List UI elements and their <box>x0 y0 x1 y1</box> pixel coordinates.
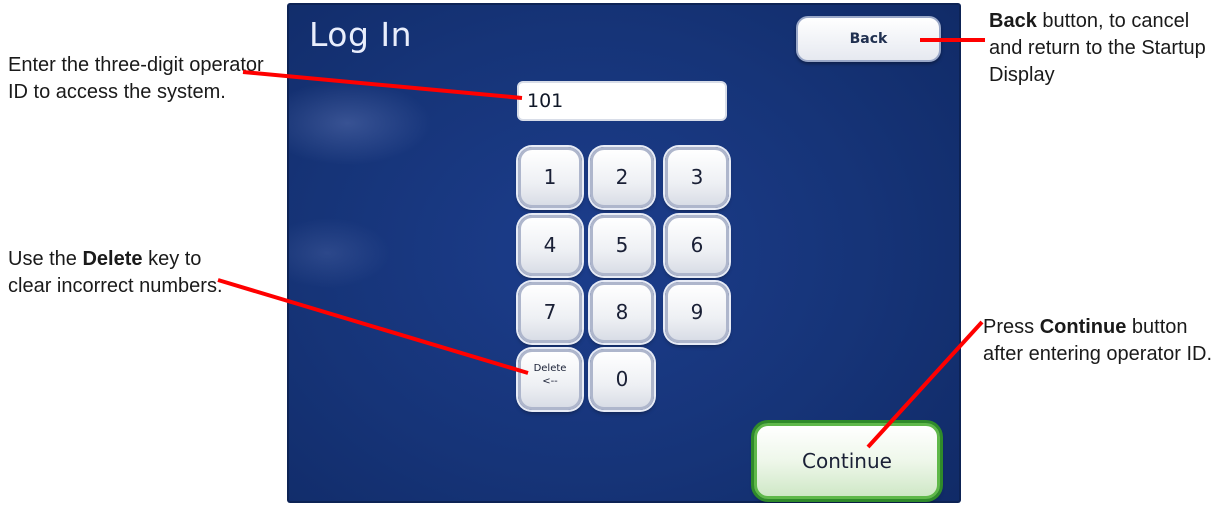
leader-line-enter-id <box>242 70 523 100</box>
leader-line-delete <box>217 278 529 375</box>
leader-line-continue <box>866 320 984 449</box>
callout-leader-lines <box>217 38 985 449</box>
